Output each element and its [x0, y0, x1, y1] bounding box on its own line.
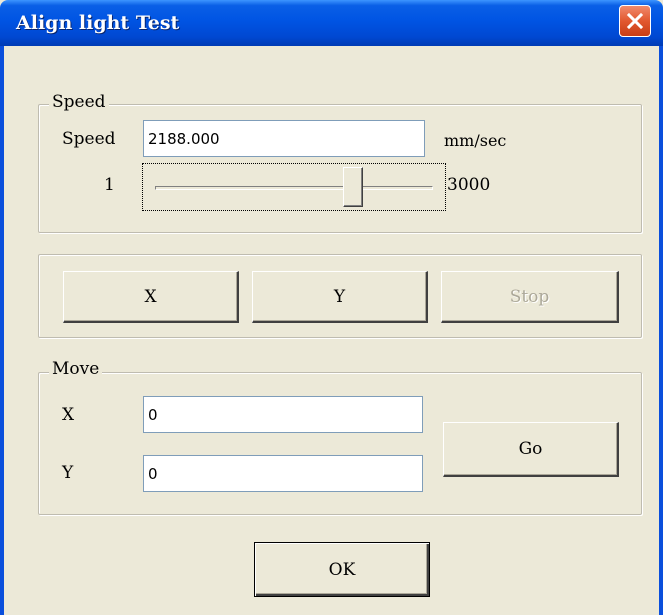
window-border-left — [0, 46, 4, 615]
go-button[interactable]: Go — [443, 422, 619, 477]
title-bar[interactable]: Align light Test — [0, 0, 663, 46]
speed-unit-label: mm/sec — [444, 131, 507, 150]
x-button[interactable]: X — [63, 271, 239, 323]
speed-slider[interactable] — [142, 163, 446, 211]
move-y-label: Y — [62, 463, 74, 483]
move-x-label: X — [62, 405, 75, 425]
align-light-test-dialog: Align light Test Speed Speed mm/sec 1 30… — [0, 0, 663, 615]
window-border-right — [659, 46, 663, 615]
move-x-input[interactable] — [143, 396, 423, 433]
window-title: Align light Test — [16, 12, 180, 34]
move-group-legend: Move — [49, 359, 103, 379]
y-button[interactable]: Y — [252, 271, 428, 323]
slider-min-label: 1 — [104, 175, 115, 195]
stop-button[interactable]: Stop — [441, 271, 619, 323]
move-y-input[interactable] — [143, 455, 423, 492]
speed-slider-track — [155, 186, 433, 190]
speed-group-legend: Speed — [49, 92, 109, 112]
speed-slider-thumb[interactable] — [343, 167, 364, 207]
close-button[interactable] — [619, 5, 651, 37]
speed-input[interactable] — [143, 120, 425, 157]
close-icon — [626, 12, 644, 30]
ok-button[interactable]: OK — [254, 542, 430, 597]
speed-label: Speed — [62, 129, 116, 149]
slider-max-label: 3000 — [447, 175, 491, 195]
